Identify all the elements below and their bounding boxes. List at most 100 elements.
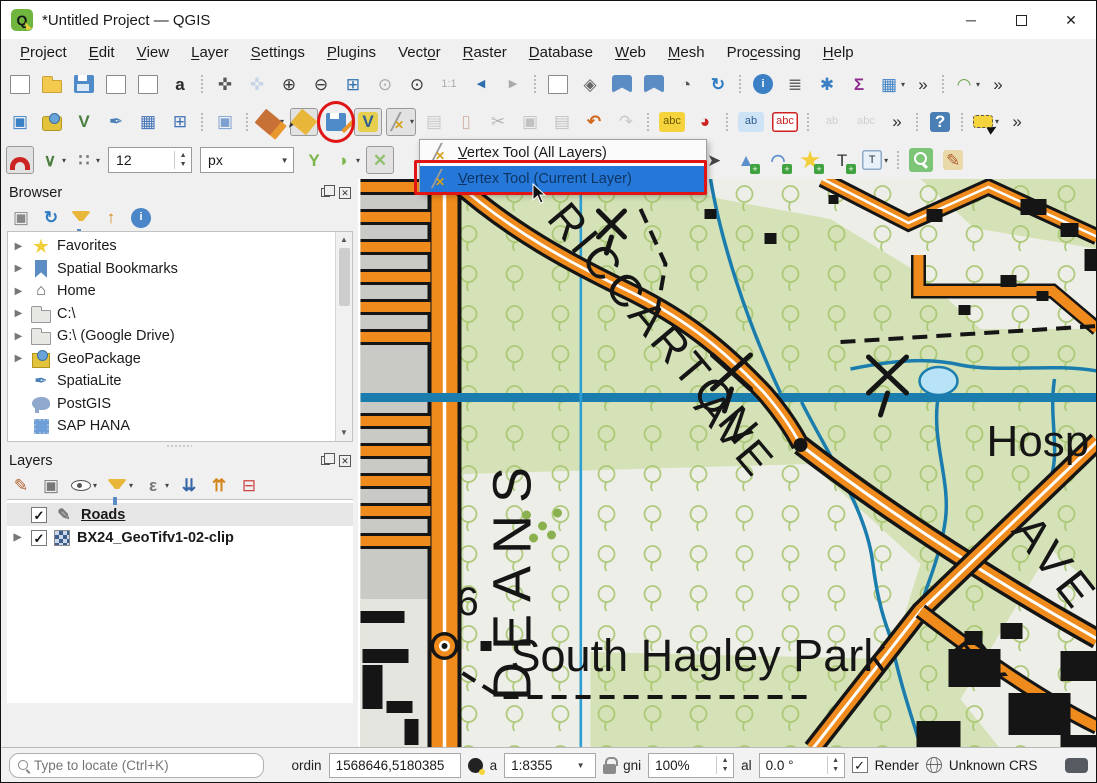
remove-layer[interactable]: ⊟ — [237, 474, 261, 498]
osm-edit[interactable]: ✎ — [939, 146, 967, 174]
locator-input[interactable] — [34, 758, 263, 773]
pin-unpin-labels[interactable]: ab — [736, 108, 766, 136]
browser-item-sap-hana[interactable]: SAP HANA — [10, 415, 352, 438]
expand-all[interactable]: ⇊ — [177, 474, 201, 498]
browser-item-postgis[interactable]: PostGIS — [10, 393, 352, 416]
new-geopackage-layer[interactable] — [38, 108, 66, 136]
digitize-with-curve[interactable]: V — [354, 108, 382, 136]
new-print-layout[interactable] — [102, 70, 130, 98]
menu-edit[interactable]: Edit — [78, 39, 126, 66]
enable-properties-widget[interactable]: i — [129, 206, 153, 230]
filter-by-expression[interactable]: ε▾ — [141, 474, 171, 498]
layer-visibility-checkbox[interactable]: ✓ — [31, 507, 47, 523]
save-project[interactable] — [70, 70, 98, 98]
toolbar-overflow-3[interactable]: » — [885, 108, 909, 136]
zoom-last[interactable]: ◀ — [467, 70, 495, 98]
browser-scrollbar[interactable]: ▲ ▼ — [335, 232, 352, 441]
browser-item-spatialite[interactable]: ✒SpatiaLite — [10, 370, 352, 393]
locator-zoom[interactable] — [907, 146, 935, 174]
scroll-down-icon[interactable]: ▼ — [340, 425, 348, 441]
menu-raster[interactable]: Raster — [452, 39, 518, 66]
identify-features[interactable]: i — [749, 70, 777, 98]
coordinate-input[interactable]: 1568646,5180385 — [329, 753, 461, 778]
new-shapefile-layer[interactable]: V — [70, 108, 98, 136]
processing-toolbox[interactable]: ✱ — [813, 70, 841, 98]
vertex-tool[interactable]: ╱✕▾ — [386, 108, 416, 136]
snapping-mode[interactable]: ∷▾ — [72, 146, 102, 174]
menu-web[interactable]: Web — [604, 39, 657, 66]
enable-snapping[interactable] — [6, 146, 34, 174]
browser-item-g-google-drive[interactable]: ▶G:\ (Google Drive) — [10, 325, 352, 348]
filter-legend[interactable]: ▾ — [105, 474, 135, 498]
collapse-all[interactable]: ↑ — [99, 206, 123, 230]
show-layout-manager[interactable] — [134, 70, 162, 98]
collapse-all-layers[interactable]: ⇈ — [207, 474, 231, 498]
snapping-type[interactable]: ∨▾ — [38, 146, 68, 174]
magnifier-spinbox[interactable]: 100% ▲▼ — [648, 753, 734, 778]
filter-browser[interactable] — [69, 206, 93, 230]
spinner-arrows-icon[interactable]: ▲▼ — [174, 151, 191, 169]
map-canvas[interactable]: RICCARTON AVE DEANS Hosp South Hagley Pa… — [360, 179, 1097, 749]
new-spatialite-layer[interactable]: ✒ — [102, 108, 130, 136]
zoom-out[interactable]: ⊖ — [307, 70, 335, 98]
expander-icon[interactable]: ▶ — [11, 532, 24, 543]
style-manager[interactable]: a — [166, 70, 194, 98]
menu-mesh[interactable]: Mesh — [657, 39, 716, 66]
new-temporary-scratch-layer[interactable]: ▣ — [211, 108, 239, 136]
float-panel-icon[interactable] — [321, 456, 330, 465]
toolbar-overflow-1[interactable]: » — [911, 70, 935, 98]
open-data-source-manager[interactable]: ▣ — [6, 108, 34, 136]
layer-visibility-checkbox[interactable]: ✓ — [31, 530, 47, 546]
menu-item-vertex-tool-all-layers[interactable]: ╱✕Vertex Tool (All Layers) — [420, 140, 706, 166]
menu-layer[interactable]: Layer — [180, 39, 240, 66]
new-virtual-layer[interactable]: ▦ — [134, 108, 162, 136]
zoom-full[interactable]: ⊞ — [339, 70, 367, 98]
expander-icon[interactable]: ▶ — [12, 263, 25, 274]
snapping-tolerance-spinbox[interactable]: 12 ▲▼ — [108, 147, 192, 173]
menu-view[interactable]: View — [126, 39, 181, 66]
current-edits[interactable]: ▾ — [256, 108, 286, 136]
show-statistical-summary[interactable]: Σ — [845, 70, 873, 98]
new-spatial-bookmark[interactable] — [608, 70, 636, 98]
menu-help[interactable]: Help — [812, 39, 865, 66]
layer-item-bx24-geotifv1-02-clip[interactable]: ▶✓BX24_GeoTifv1-02-clip — [7, 526, 353, 549]
spinner-arrows-icon[interactable]: ▲▼ — [827, 756, 844, 774]
menu-database[interactable]: Database — [518, 39, 604, 66]
add-polygon-annotation[interactable]: ▲+ — [732, 146, 760, 174]
browser-item-home[interactable]: ▶⌂Home — [10, 280, 352, 303]
menu-plugins[interactable]: Plugins — [316, 39, 387, 66]
expander-icon[interactable]: ▶ — [12, 353, 25, 364]
expander-icon[interactable]: ▶ — [12, 241, 25, 252]
menu-project[interactable]: Project — [9, 39, 78, 66]
browser-item-c[interactable]: ▶C:\ — [10, 303, 352, 326]
expander-icon[interactable]: ▶ — [12, 286, 25, 297]
crs-globe-icon[interactable] — [926, 757, 942, 773]
lock-scale-icon[interactable] — [603, 764, 616, 774]
topological-editing[interactable]: Y — [300, 146, 328, 174]
menu-vector[interactable]: Vector — [387, 39, 452, 66]
expander-icon[interactable]: ▶ — [12, 331, 25, 342]
scroll-up-icon[interactable]: ▲ — [340, 232, 348, 248]
toolbar-overflow-4[interactable]: » — [1005, 108, 1029, 136]
panel-splitter[interactable] — [7, 442, 353, 449]
refresh-browser[interactable]: ↻ — [39, 206, 63, 230]
messages-icon[interactable] — [1065, 758, 1088, 773]
close-button[interactable]: ✕ — [1046, 1, 1096, 39]
open-field-calculator[interactable]: ≣ — [781, 70, 809, 98]
expander-icon[interactable]: ▶ — [12, 308, 25, 319]
browser-item-favorites[interactable]: ▶Favorites — [10, 235, 352, 258]
locator-search[interactable] — [9, 753, 264, 778]
toggle-editing[interactable] — [290, 108, 318, 136]
zoom-to-layer[interactable]: ⊙ — [403, 70, 431, 98]
select-features-by-area[interactable]: ▾ — [971, 108, 1001, 136]
layer-item-roads[interactable]: ✓✎Roads — [7, 503, 353, 526]
menu-item-vertex-tool-current-layer[interactable]: ╱✕Vertex Tool (Current Layer) — [420, 166, 706, 192]
scale-combo[interactable]: 1:8355 ▼ — [504, 753, 596, 778]
temporal-controller-panel[interactable]: ◔ — [672, 70, 700, 98]
highlight-pinned-labels[interactable]: abc — [770, 108, 800, 136]
open-attribute-table[interactable]: ▦▾ — [877, 70, 907, 98]
text-balloon-annotation[interactable]: T▾ — [860, 146, 890, 174]
new-project[interactable] — [6, 70, 34, 98]
scrollbar-thumb[interactable] — [339, 248, 350, 306]
snapping-on-intersection[interactable]: ✕ — [366, 146, 394, 174]
